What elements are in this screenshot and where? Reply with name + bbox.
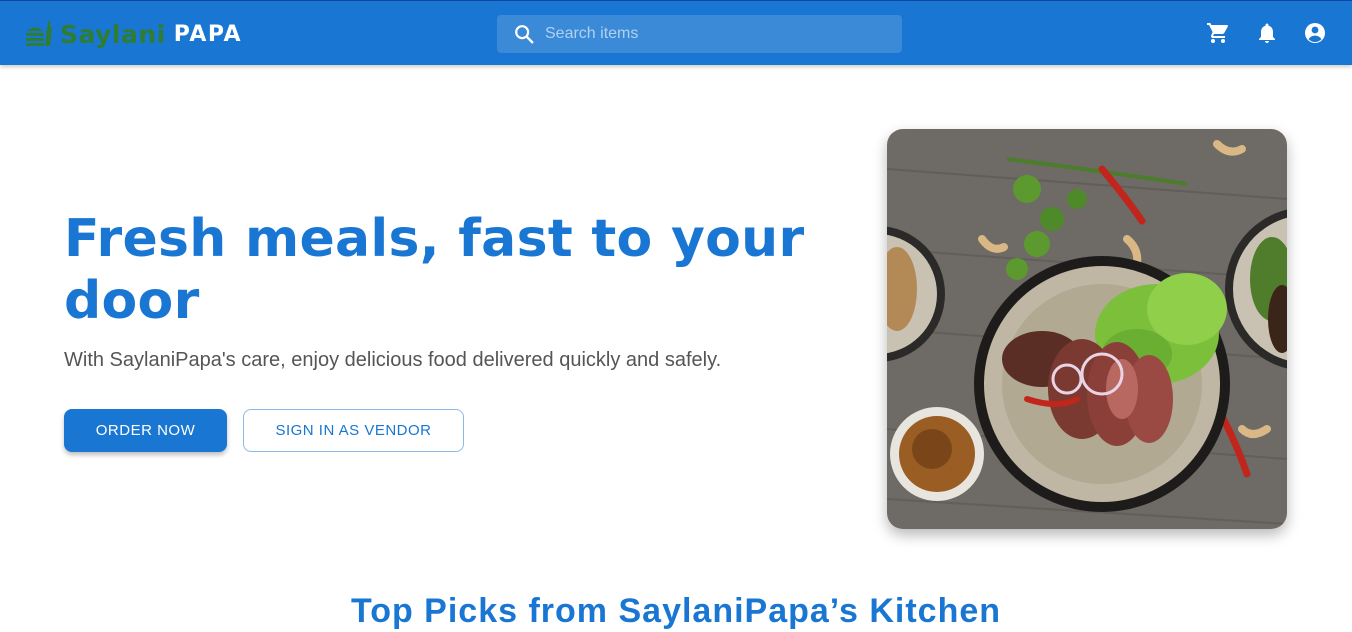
brand-suffix: PAPA [173,21,242,47]
brand-name: Saylani [60,19,166,49]
search-icon [515,25,534,44]
account-icon[interactable] [1303,21,1327,45]
hero-subtitle: With SaylaniPapa's care, enjoy delicious… [64,349,722,371]
order-now-button[interactable]: ORDER NOW [64,409,227,452]
hero-title: Fresh meals, fast to your door [64,209,805,331]
hero-food-image [887,129,1287,529]
brand-logo[interactable]: Saylani PAPA [24,15,242,53]
vendor-signin-button[interactable]: SIGN IN AS VENDOR [243,409,464,452]
cart-icon[interactable] [1206,21,1230,45]
section-title: Top Picks from SaylaniPapa’s Kitchen [350,592,1002,630]
search-input[interactable] [545,15,902,53]
search-bar[interactable] [497,15,902,53]
fastfood-icon [26,21,52,46]
notifications-icon[interactable] [1255,21,1279,45]
app-bar: Saylani PAPA [0,0,1352,65]
food-plate-illustration [887,129,1287,529]
